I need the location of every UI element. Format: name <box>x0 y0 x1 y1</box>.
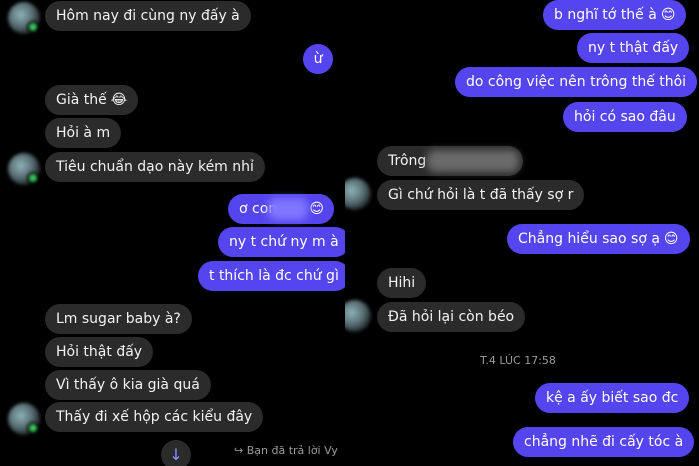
message-text: Trông <box>388 153 427 169</box>
incoming-message[interactable]: Thấy đi xế hộp các kiểu đây <box>45 402 264 432</box>
message-text: Chẳng hiểu sao sợ ạ <box>518 231 660 247</box>
smile-emoji-icon: 😊 <box>663 231 679 247</box>
incoming-message[interactable]: Vì thấy ô kia già quá <box>45 370 211 400</box>
contact-avatar[interactable] <box>8 2 40 34</box>
outgoing-message[interactable]: do công việc nên trông thế thôi <box>455 67 698 97</box>
incoming-message[interactable]: Già thế 😂 <box>45 85 139 115</box>
scroll-down-button[interactable]: ↓ <box>161 440 191 466</box>
incoming-message[interactable]: Hỏi thật đấy <box>45 337 154 367</box>
smile-emoji-icon: 😊 <box>660 7 676 23</box>
incoming-message[interactable]: Hôm nay đi cùng ny đấy à <box>45 1 251 31</box>
online-status-icon <box>27 21 39 33</box>
contact-avatar[interactable] <box>8 403 40 435</box>
online-status-icon <box>27 422 39 434</box>
outgoing-message[interactable]: hỏi có sao đâu <box>563 102 687 132</box>
outgoing-message[interactable]: Chẳng hiểu sao sợ ạ 😊 <box>507 224 690 254</box>
online-status-icon <box>27 172 39 184</box>
incoming-message[interactable]: Hihi <box>377 268 427 298</box>
right-chat-panel: b nghĩ tớ thế à 😊 ny t thật đấy do công v… <box>345 0 699 466</box>
smile-emoji-icon: 😊 <box>309 201 324 217</box>
message-text: Lm sugar baby à? <box>56 311 181 327</box>
message-text: ừ <box>313 51 323 67</box>
message-text: do công việc nên trông thế thôi <box>466 74 687 90</box>
incoming-message[interactable]: Tiêu chuẩn dạo này kém nhỉ <box>45 152 265 182</box>
message-text: Tiêu chuẩn dạo này kém nhỉ <box>56 159 254 175</box>
incoming-message[interactable]: Gì chứ hỏi là t đã thấy sợ r <box>377 180 585 210</box>
outgoing-message[interactable]: b nghĩ tớ thế à 😊 <box>543 0 687 30</box>
message-text: Gì chứ hỏi là t đã thấy sợ r <box>388 187 574 203</box>
contact-avatar[interactable] <box>345 178 371 210</box>
message-text: Hỏi thật đấy <box>56 344 143 360</box>
message-text: Hôm nay đi cùng ny đấy à <box>56 8 240 24</box>
message-text: Hihi <box>388 275 416 291</box>
message-text: hỏi có sao đâu <box>574 109 676 125</box>
message-text: b nghĩ tớ thế à <box>554 7 657 23</box>
incoming-message[interactable]: Lm sugar baby à? <box>45 304 192 334</box>
message-text: Đã hỏi lại còn béo <box>388 309 515 325</box>
message-text: t thích là đc chứ gì <box>209 268 339 284</box>
reply-notice: ↪ Bạn đã trả lời Vy <box>234 444 338 457</box>
left-chat-panel: Hôm nay đi cùng ny đấy à ừ Già thế 😂 Hỏi … <box>0 0 345 466</box>
contact-avatar[interactable] <box>8 153 40 185</box>
incoming-message[interactable]: Hỏi à m <box>45 118 122 148</box>
message-text: Thấy đi xế hộp các kiểu đây <box>56 409 253 425</box>
outgoing-message[interactable]: ny t chứ ny m à <box>218 227 345 257</box>
message-text: chẳng nhẽ đi cấy tóc à <box>524 434 684 450</box>
redacted-area <box>268 198 308 220</box>
outgoing-message[interactable]: ny t thật đấy <box>577 33 690 63</box>
message-text: Vì thấy ô kia già quá <box>56 377 200 393</box>
outgoing-message[interactable]: chẳng nhẽ đi cấy tóc à <box>513 427 695 457</box>
contact-avatar[interactable] <box>345 300 371 332</box>
outgoing-message[interactable]: ừ <box>303 44 333 74</box>
redacted-area <box>427 150 519 172</box>
laughing-emoji-icon: 😂 <box>110 92 128 108</box>
arrow-down-icon: ↓ <box>169 445 183 464</box>
message-text: kệ a ấy biết sao đc <box>546 390 679 406</box>
message-text: ny t thật đấy <box>588 40 679 56</box>
incoming-message[interactable]: Đã hỏi lại còn béo <box>377 302 526 332</box>
outgoing-message[interactable]: kệ a ấy biết sao đc <box>535 383 690 413</box>
outgoing-message[interactable]: t thích là đc chứ gì <box>198 261 345 291</box>
message-text: Hỏi à m <box>56 125 111 141</box>
timestamp: T.4 LÚC 17:58 <box>480 354 556 367</box>
message-text: Già thế <box>56 92 107 108</box>
message-text: ny t chứ ny m à <box>229 234 339 250</box>
